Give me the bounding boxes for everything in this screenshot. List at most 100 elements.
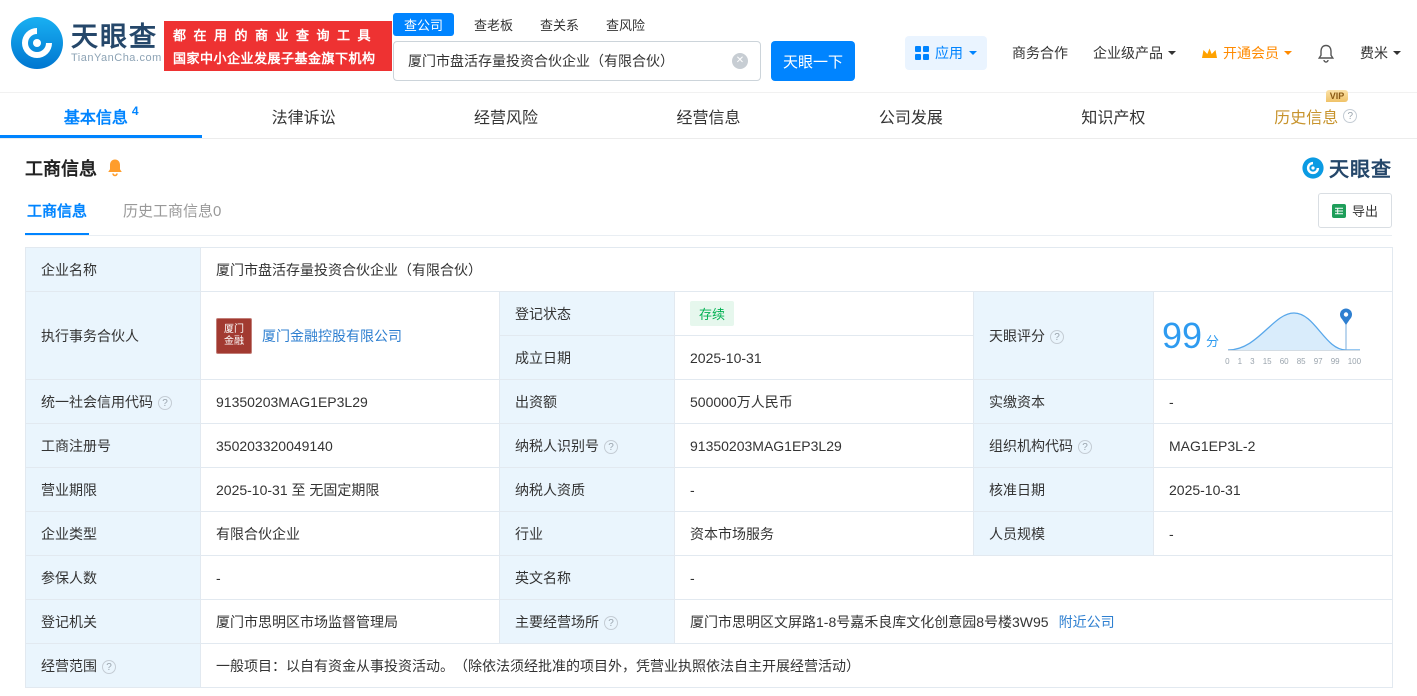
tianyancha-logo-icon: [1302, 156, 1324, 179]
tab-operating-risk[interactable]: 经营风险: [405, 93, 607, 138]
crown-icon: [1202, 48, 1217, 58]
value-taxpayer-quality: -: [674, 467, 974, 512]
header: 天眼查 TianYanCha.com 都在用的商业查询工具 国家中小企业发展子基…: [0, 0, 1417, 92]
search-tab-company[interactable]: 查公司: [393, 12, 455, 36]
table-row: 统一社会信用代码 91350203MAG1EP3L29 出资额 500000万人…: [25, 379, 1394, 424]
bell-icon: [1317, 44, 1335, 63]
tab-label: 历史信息: [1274, 109, 1339, 127]
caret-down-icon: [969, 51, 977, 59]
export-button[interactable]: 导出: [1317, 193, 1392, 228]
label-executive-partner: 执行事务合伙人: [25, 291, 201, 380]
promo-banner: 都在用的商业查询工具 国家中小企业发展子基金旗下机构: [164, 21, 392, 71]
caret-down-icon: [1168, 51, 1176, 59]
value-paid-capital: -: [1152, 379, 1394, 424]
tab-company-development[interactable]: 公司发展: [810, 93, 1012, 138]
help-icon[interactable]: [102, 659, 116, 674]
search-tabs: 查公司 查老板 查关系 查风险: [393, 12, 855, 36]
export-label: 导出: [1351, 204, 1378, 219]
section-title: 工商信息: [25, 158, 97, 179]
tab-label: 公司发展: [878, 109, 943, 127]
subtab-business-info[interactable]: 工商信息: [25, 190, 90, 235]
subtab-history-business-info[interactable]: 历史工商信息0: [121, 190, 223, 235]
nav-open-vip[interactable]: 开通会员: [1201, 43, 1292, 63]
user-name: 费米: [1360, 45, 1388, 61]
clear-icon[interactable]: [732, 53, 748, 69]
tab-history-info[interactable]: 历史信息 VIP: [1215, 89, 1417, 138]
grid-icon: [915, 46, 929, 60]
vip-badge: VIP: [1325, 89, 1349, 102]
nav-business-cooperation[interactable]: 商务合作: [1012, 43, 1068, 63]
value-staff-size: -: [1152, 511, 1394, 556]
label-paid-capital: 实缴资本: [973, 379, 1154, 424]
label-business-term: 营业期限: [25, 467, 201, 512]
value-registration-status: 存续: [674, 291, 974, 336]
value-established-date: 2025-10-31: [674, 335, 974, 380]
promo-line-1: 都在用的商业查询工具: [173, 28, 379, 43]
status-badge: 存续: [690, 301, 735, 326]
value-business-scope: 一般项目：以自有资金从事投资活动。 （除依法须经批准的项目外，凭营业执照依法自主…: [199, 643, 1394, 688]
value-tianyan-score[interactable]: 99 分 01 3 15 60 85 97 99 100: [1152, 291, 1394, 380]
tab-count-badge: 4: [131, 103, 139, 118]
search-tab-boss[interactable]: 查老板: [474, 15, 513, 34]
tab-label: 经营风险: [474, 109, 539, 127]
search-box[interactable]: [393, 41, 761, 81]
tab-legal-proceedings[interactable]: 法律诉讼: [202, 93, 404, 138]
nearby-companies-link[interactable]: 附近公司: [1059, 612, 1115, 632]
tab-operating-info[interactable]: 经营信息: [607, 93, 809, 138]
help-icon[interactable]: [1050, 329, 1064, 344]
table-row: 执行事务合伙人 厦门 金融 厦门金融控股有限公司 登记状态 存续 天眼评分 99: [25, 291, 1394, 380]
label-capital: 出资额: [499, 379, 675, 424]
subscribe-bell-icon[interactable]: [106, 158, 124, 177]
label-registration-authority: 登记机关: [25, 599, 201, 644]
value-taxpayer-id: 91350203MAG1EP3L29: [674, 423, 974, 468]
help-icon[interactable]: [604, 439, 618, 454]
tab-label: 基本信息: [63, 109, 128, 127]
value-org-code: MAG1EP3L-2: [1152, 423, 1394, 468]
business-info-table: 企业名称 厦门市盘活存量投资合伙企业（有限合伙） 执行事务合伙人 厦门 金融 厦…: [25, 247, 1394, 688]
table-row: 营业期限 2025-10-31 至 无固定期限 纳税人资质 - 核准日期 202…: [25, 467, 1394, 512]
label-tianyan-score: 天眼评分: [973, 291, 1154, 380]
excel-icon: [1331, 203, 1346, 218]
apps-button[interactable]: 应用: [905, 36, 987, 70]
logo-domain-text: TianYanCha.com: [71, 52, 162, 64]
value-capital: 500000万人民币: [674, 379, 974, 424]
table-row: 参保人数 - 英文名称 -: [25, 555, 1394, 600]
nav-enterprise-products[interactable]: 企业级产品: [1093, 43, 1176, 63]
address-text: 厦门市思明区文屏路1-8号嘉禾良库文化创意园8号楼3W95: [690, 613, 1049, 630]
tab-basic-info[interactable]: 基本信息 4: [0, 93, 202, 138]
business-cooperation-label: 商务合作: [1012, 45, 1068, 61]
help-icon[interactable]: [158, 395, 172, 410]
promo-line-2: 国家中小企业发展子基金旗下机构: [173, 51, 376, 66]
watermark-logo-text: 天眼查: [1329, 159, 1392, 181]
help-icon[interactable]: [604, 615, 618, 630]
user-menu[interactable]: 费米: [1360, 43, 1401, 63]
value-company-type: 有限合伙企业: [200, 511, 500, 556]
notification-bell-button[interactable]: [1317, 44, 1335, 63]
search-tab-risk[interactable]: 查风险: [606, 15, 645, 34]
value-company-name: 厦门市盘活存量投资合伙企业（有限合伙）: [199, 247, 1394, 292]
value-approval-date: 2025-10-31: [1152, 467, 1394, 512]
table-row: 经营范围 一般项目：以自有资金从事投资活动。 （除依法须经批准的项目外，凭营业执…: [25, 643, 1394, 688]
search-tab-relation[interactable]: 查关系: [540, 15, 579, 34]
enterprise-products-label: 企业级产品: [1093, 45, 1163, 61]
search-input[interactable]: [406, 52, 732, 70]
site-logo[interactable]: 天眼查 TianYanCha.com: [10, 16, 162, 70]
label-industry: 行业: [499, 511, 675, 556]
help-icon[interactable]: [1343, 108, 1358, 123]
label-insured-count: 参保人数: [25, 555, 201, 600]
score-distribution-chart: 01 3 15 60 85 97 99 100: [1225, 306, 1365, 366]
label-staff-size: 人员规模: [973, 511, 1154, 556]
caret-down-icon: [1393, 51, 1401, 59]
partner-company-link[interactable]: 厦门金融控股有限公司: [262, 326, 402, 346]
score-axis-labels: 01 3 15 60 85 97 99 100: [1225, 356, 1362, 366]
score-curve: [1228, 308, 1361, 351]
table-row: 企业名称 厦门市盘活存量投资合伙企业（有限合伙）: [25, 247, 1394, 292]
label-registration-number: 工商注册号: [25, 423, 201, 468]
value-registration-number: 350203320049140: [200, 423, 500, 468]
logo-brand-text: 天眼查: [71, 22, 158, 52]
label-main-address: 主要经营场所: [499, 599, 675, 644]
help-icon[interactable]: [1078, 439, 1092, 454]
tab-intellectual-property[interactable]: 知识产权: [1012, 93, 1214, 138]
label-company-type: 企业类型: [25, 511, 201, 556]
search-button[interactable]: 天眼一下: [771, 41, 855, 81]
